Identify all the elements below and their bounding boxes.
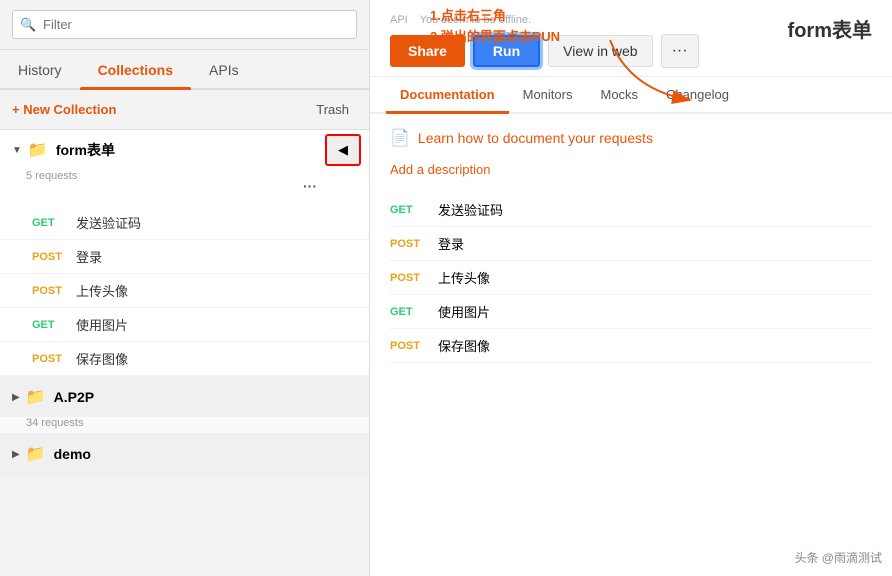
trash-button[interactable]: Trash <box>308 98 357 121</box>
form-requests-count: 5 requests <box>26 170 369 186</box>
request-row[interactable]: POST 上传头像 <box>0 274 369 308</box>
new-collection-button[interactable]: + New Collection <box>12 102 116 117</box>
action-buttons: Share Run View in web ··· <box>390 34 699 68</box>
request-name: 发送验证码 <box>76 213 141 232</box>
tab-changelog[interactable]: Changelog <box>652 77 743 112</box>
tab-mocks[interactable]: Mocks <box>586 77 652 112</box>
offline-notice: You seem to be offline. <box>420 14 531 26</box>
method-badge-post: POST <box>32 251 68 263</box>
request-row[interactable]: GET 发送验证码 <box>0 206 369 240</box>
doc-content: 📄 Learn how to document your requests Ad… <box>370 114 892 576</box>
request-name: 保存图像 <box>76 349 128 368</box>
collection-title: form表单 <box>788 14 872 43</box>
tab-documentation[interactable]: Documentation <box>386 77 509 112</box>
folder-icon: 📁 <box>26 444 46 464</box>
collection-ap2p-header[interactable]: ▶ 📁 A.P2P <box>0 377 369 417</box>
request-name: 使用图片 <box>76 315 128 334</box>
search-input[interactable] <box>12 10 357 39</box>
ap2p-requests-count: 34 requests <box>26 417 369 433</box>
doc-request-row[interactable]: GET 使用图片 <box>390 295 872 329</box>
right-panel: 1.点击右三角 2.弹出的界面点击RUN API You seem to be … <box>370 0 892 576</box>
doc-request-name: 上传头像 <box>438 268 490 287</box>
method-badge-get: GET <box>32 319 68 331</box>
share-button[interactable]: Share <box>390 35 465 67</box>
collections-toolbar: + New Collection Trash <box>0 90 369 130</box>
method-badge-post: POST <box>32 353 68 365</box>
doc-request-name: 发送验证码 <box>438 200 503 219</box>
tab-monitors[interactable]: Monitors <box>509 77 587 112</box>
request-row[interactable]: POST 保存图像 <box>0 342 369 376</box>
api-label: API <box>390 14 408 26</box>
folder-icon: 📁 <box>26 387 46 407</box>
doc-method-badge-get: GET <box>390 204 430 216</box>
doc-request-name: 登录 <box>438 234 464 253</box>
doc-request-row[interactable]: POST 上传头像 <box>390 261 872 295</box>
doc-requests-list: GET 发送验证码 POST 登录 POST 上传头像 GET 使用图片 POS… <box>390 193 872 363</box>
collection-demo-name: demo <box>54 446 357 462</box>
request-name: 登录 <box>76 247 102 266</box>
left-tabs-bar: History Collections APIs <box>0 50 369 90</box>
doc-request-row[interactable]: POST 登录 <box>390 227 872 261</box>
arrow-highlight-button[interactable]: ◀ <box>325 134 361 166</box>
learn-link-text: Learn how to document your requests <box>418 130 653 146</box>
header-left: API You seem to be offline. Share Run Vi… <box>390 14 699 68</box>
tab-history[interactable]: History <box>0 50 80 88</box>
view-in-web-button[interactable]: View in web <box>548 35 652 67</box>
right-header: API You seem to be offline. Share Run Vi… <box>370 0 892 77</box>
collapse-arrow-icon: ▶ <box>12 392 20 403</box>
collections-list: ▼ 📁 form表单 ★ ◀ 5 requests ··· GET 发送验证码 … <box>0 130 369 576</box>
tab-apis[interactable]: APIs <box>191 50 257 88</box>
collapse-arrow-icon: ▶ <box>12 449 20 460</box>
method-badge-get: GET <box>32 217 68 229</box>
doc-request-row[interactable]: POST 保存图像 <box>390 329 872 363</box>
collection-ap2p-name: A.P2P <box>54 389 357 405</box>
collection-title-area: form表单 <box>788 14 872 43</box>
doc-request-row[interactable]: GET 发送验证码 <box>390 193 872 227</box>
collection-form: ▼ 📁 form表单 ★ ◀ 5 requests ··· GET 发送验证码 … <box>0 130 369 377</box>
collection-form-header[interactable]: ▼ 📁 form表单 ★ ◀ <box>0 130 369 170</box>
method-badge-post: POST <box>32 285 68 297</box>
add-description-link[interactable]: Add a description <box>390 162 872 177</box>
collapse-arrow-icon: ▼ <box>12 145 22 156</box>
learn-link[interactable]: 📄 Learn how to document your requests <box>390 128 872 148</box>
doc-method-badge-post: POST <box>390 238 430 250</box>
collection-demo-header[interactable]: ▶ 📁 demo <box>0 434 369 474</box>
doc-icon: 📄 <box>390 128 410 148</box>
doc-request-name: 使用图片 <box>438 302 490 321</box>
tab-collections[interactable]: Collections <box>80 50 191 88</box>
doc-method-badge-get: GET <box>390 306 430 318</box>
more-options-button[interactable]: ··· <box>661 34 699 68</box>
collection-ap2p: ▶ 📁 A.P2P 34 requests <box>0 377 369 434</box>
request-name: 上传头像 <box>76 281 128 300</box>
folder-icon: 📁 <box>28 140 48 160</box>
collection-form-more-button[interactable]: ··· <box>303 178 317 194</box>
right-tabs: Documentation Monitors Mocks Changelog <box>370 77 892 114</box>
form-requests-list: GET 发送验证码 POST 登录 POST 上传头像 GET 使用图片 POS… <box>0 206 369 376</box>
doc-method-badge-post: POST <box>390 340 430 352</box>
request-row[interactable]: POST 登录 <box>0 240 369 274</box>
search-wrapper: 🔍 <box>12 10 357 39</box>
collection-form-name: form表单 <box>56 140 339 160</box>
run-button[interactable]: Run <box>473 35 540 67</box>
left-panel: 🔍 History Collections APIs + New Collect… <box>0 0 370 576</box>
search-bar: 🔍 <box>0 0 369 50</box>
collection-demo: ▶ 📁 demo <box>0 434 369 475</box>
doc-method-badge-post: POST <box>390 272 430 284</box>
search-icon: 🔍 <box>20 17 36 33</box>
doc-request-name: 保存图像 <box>438 336 490 355</box>
request-row[interactable]: GET 使用图片 <box>0 308 369 342</box>
